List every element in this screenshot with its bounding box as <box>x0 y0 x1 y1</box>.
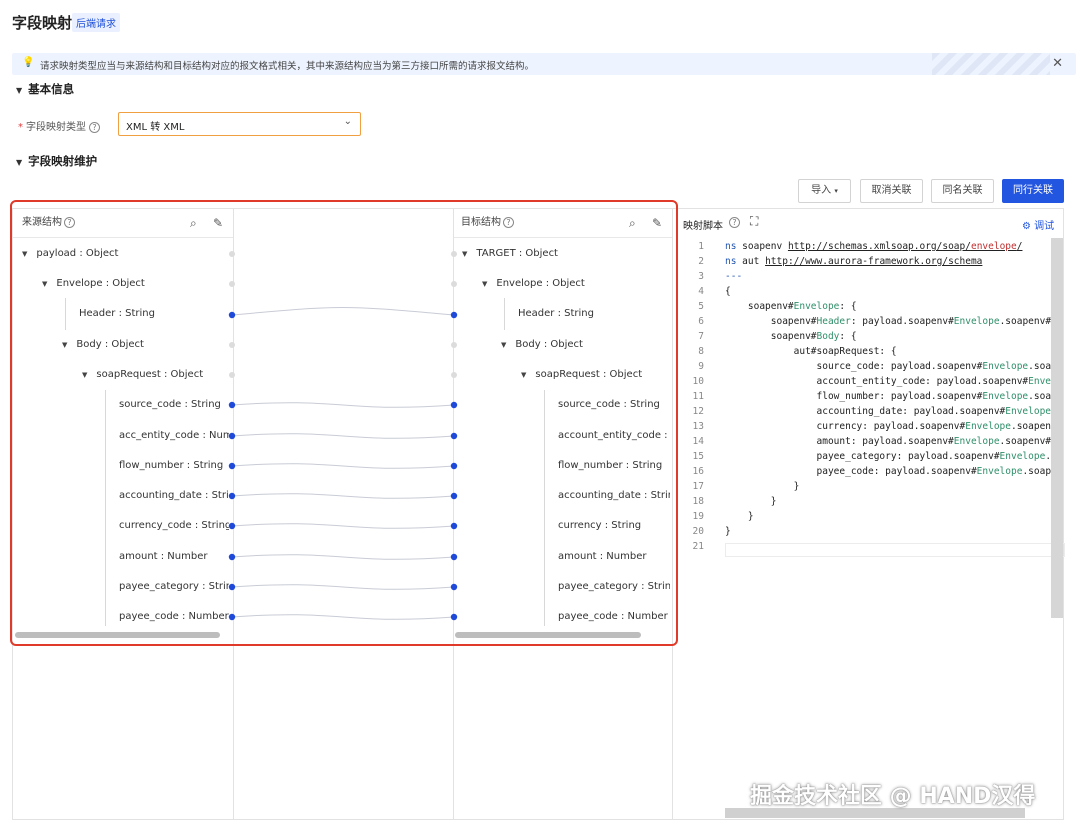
info-alert: 💡 请求映射类型应当与来源结构和目标结构对应的报文格式相关，其中来源结构应当为第… <box>12 53 1076 75</box>
code-line[interactable]: source_code: payload.soapenv#Envelope.so… <box>725 361 1052 372</box>
gear-icon: ⚙ <box>1022 221 1031 232</box>
close-icon[interactable]: ✕ <box>1052 56 1063 71</box>
script-title: 映射脚本 <box>683 221 723 232</box>
fullscreen-icon[interactable]: ⛶ <box>750 214 758 229</box>
mapping-type-value: XML 转 XML <box>126 122 185 133</box>
code-line[interactable]: soapenv#Header: payload.soapenv#Envelope… <box>725 316 1051 327</box>
code-line[interactable]: account_entity_code: payload.soapenv#Env… <box>725 376 1052 387</box>
request-type-tag: 后端请求 <box>72 13 120 32</box>
section-basic-info[interactable]: ▼ 基本信息 <box>16 81 74 97</box>
section-title: 字段映射维护 <box>28 154 98 168</box>
code-line[interactable]: accounting_date: payload.soapenv#Envelop… <box>725 406 1052 417</box>
code-line[interactable]: aut#soapRequest: { <box>725 346 1051 357</box>
current-line-highlight <box>725 543 1065 557</box>
cancel-link-button[interactable]: 取消关联 <box>860 179 923 203</box>
code-line[interactable]: } <box>725 511 1051 522</box>
code-line[interactable]: --- <box>725 271 1051 282</box>
import-dropdown-button[interactable]: 导入 ▾ <box>798 179 851 203</box>
chevron-down-icon: ⌄ <box>343 116 352 127</box>
caret-down-icon: ▼ <box>16 86 23 95</box>
code-line[interactable]: amount: payload.soapenv#Envelope.soapenv… <box>725 436 1052 447</box>
code-line[interactable]: ns soapenv http://schemas.xmlsoap.org/so… <box>725 241 1051 252</box>
same-name-link-button[interactable]: 同名关联 <box>931 179 994 203</box>
page-title: 字段映射 <box>12 14 73 32</box>
mapping-type-label: * 字段映射类型? <box>18 118 100 133</box>
code-line[interactable]: } <box>725 526 1051 537</box>
code-line[interactable]: ns aut http://www.aurora-framework.org/s… <box>725 256 1051 267</box>
info-bulb-icon: 💡 <box>22 57 35 68</box>
help-icon[interactable]: ? <box>89 122 100 133</box>
code-line[interactable]: payee_category: payload.soapenv#Envelope… <box>725 451 1052 462</box>
code-line[interactable]: soapenv#Envelope: { <box>725 301 1051 312</box>
code-line[interactable]: } <box>725 496 1051 507</box>
debug-button[interactable]: ⚙ 调试 <box>1022 217 1054 232</box>
alert-text: 请求映射类型应当与来源结构和目标结构对应的报文格式相关，其中来源结构应当为第三方… <box>40 61 535 72</box>
help-icon[interactable]: ? <box>729 217 740 228</box>
caret-down-icon: ▼ <box>16 158 23 167</box>
watermark: 掘金技术社区 @ HAND汉得 <box>750 784 1036 809</box>
code-line[interactable]: payee_code: payload.soapenv#Envelope.soa… <box>725 466 1052 477</box>
code-vertical-scrollbar[interactable] <box>1051 238 1063 618</box>
section-mapping-maintenance[interactable]: ▼ 字段映射维护 <box>16 153 97 169</box>
code-line[interactable]: { <box>725 286 1051 297</box>
highlight-box <box>10 200 678 646</box>
code-line[interactable]: currency: payload.soapenv#Envelope.soape… <box>725 421 1052 432</box>
same-row-link-button[interactable]: 同行关联 <box>1002 179 1064 203</box>
code-line[interactable]: flow_number: payload.soapenv#Envelope.so… <box>725 391 1052 402</box>
section-title: 基本信息 <box>28 82 75 96</box>
chevron-down-icon: ▾ <box>834 187 838 195</box>
code-line[interactable]: } <box>725 481 1051 492</box>
code-line[interactable]: soapenv#Body: { <box>725 331 1051 342</box>
alert-decoration <box>932 53 1050 75</box>
mapping-type-select[interactable]: XML 转 XML ⌄ <box>118 112 361 136</box>
